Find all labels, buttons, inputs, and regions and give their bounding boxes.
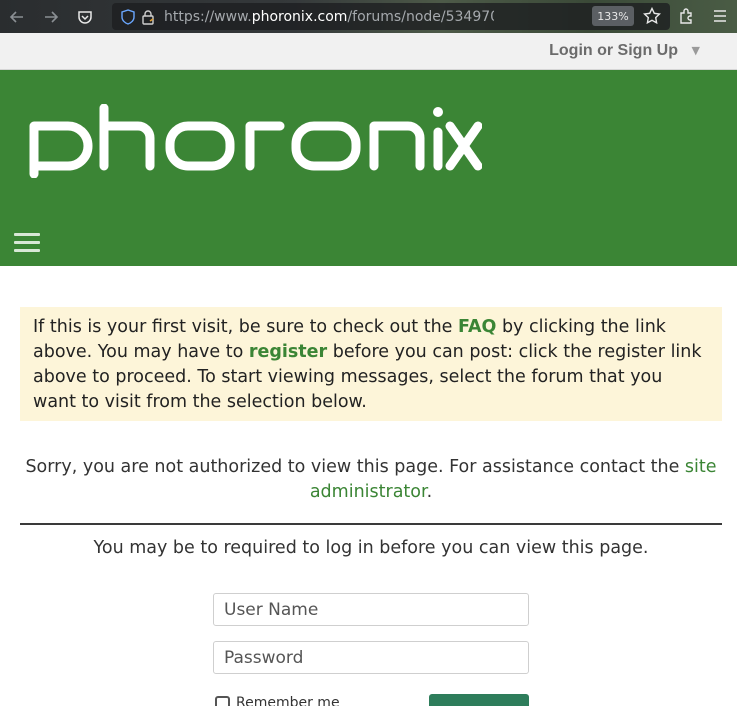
login-button[interactable]	[429, 694, 529, 706]
hamburger-menu-icon[interactable]	[14, 233, 40, 255]
menu-icon	[714, 10, 726, 22]
shield-icon[interactable]	[118, 7, 138, 27]
puzzle-icon	[680, 8, 692, 24]
address-bar[interactable]: https://www.phoronix.com/forums/node/534…	[112, 3, 670, 30]
lock-icon[interactable]	[138, 7, 158, 27]
register-link[interactable]: register	[249, 342, 327, 362]
app-menu-button[interactable]	[709, 5, 731, 27]
url-path: /forums/node/534970	[347, 8, 494, 25]
pocket-button[interactable]	[68, 0, 102, 33]
login-required-note: You may be to required to log in before …	[93, 538, 649, 558]
login-signup-link[interactable]: Login or Sign Up	[549, 42, 678, 60]
not-authorized-message: Sorry, you are not authorized to view th…	[20, 455, 722, 505]
pocket-icon	[78, 10, 92, 24]
divider	[20, 523, 722, 525]
url-text[interactable]: https://www.phoronix.com/forums/node/534…	[164, 9, 494, 25]
bookmark-button[interactable]	[641, 5, 663, 27]
arrow-right-icon	[45, 10, 59, 23]
checkbox-box[interactable]	[215, 695, 230, 706]
browser-toolbar: https://www.phoronix.com/forums/node/534…	[0, 0, 737, 33]
username-input[interactable]	[213, 593, 529, 626]
arrow-left-icon	[9, 10, 23, 23]
notice-text-1: If this is your first visit, be sure to …	[33, 317, 458, 337]
zoom-level-badge[interactable]: 133%	[592, 6, 634, 26]
error-text: Sorry, you are not authorized to view th…	[25, 457, 685, 477]
remember-me-checkbox[interactable]: Remember me	[215, 695, 340, 706]
error-end: .	[426, 482, 433, 502]
forward-button[interactable]	[34, 0, 68, 33]
extensions-button[interactable]	[676, 5, 698, 27]
chevron-down-icon[interactable]: ▼	[692, 44, 700, 57]
password-input[interactable]	[213, 641, 529, 674]
star-icon	[643, 7, 661, 25]
url-domain: phoronix.com	[251, 8, 348, 25]
remember-me-label: Remember me	[236, 695, 340, 706]
first-visit-notice: If this is your first visit, be sure to …	[20, 307, 722, 421]
faq-link[interactable]: FAQ	[458, 317, 496, 337]
login-strip: Login or Sign Up ▼	[0, 33, 737, 70]
url-prefix: https://www.	[164, 8, 252, 25]
phoronix-logo[interactable]	[28, 104, 482, 178]
back-button[interactable]	[0, 0, 34, 33]
